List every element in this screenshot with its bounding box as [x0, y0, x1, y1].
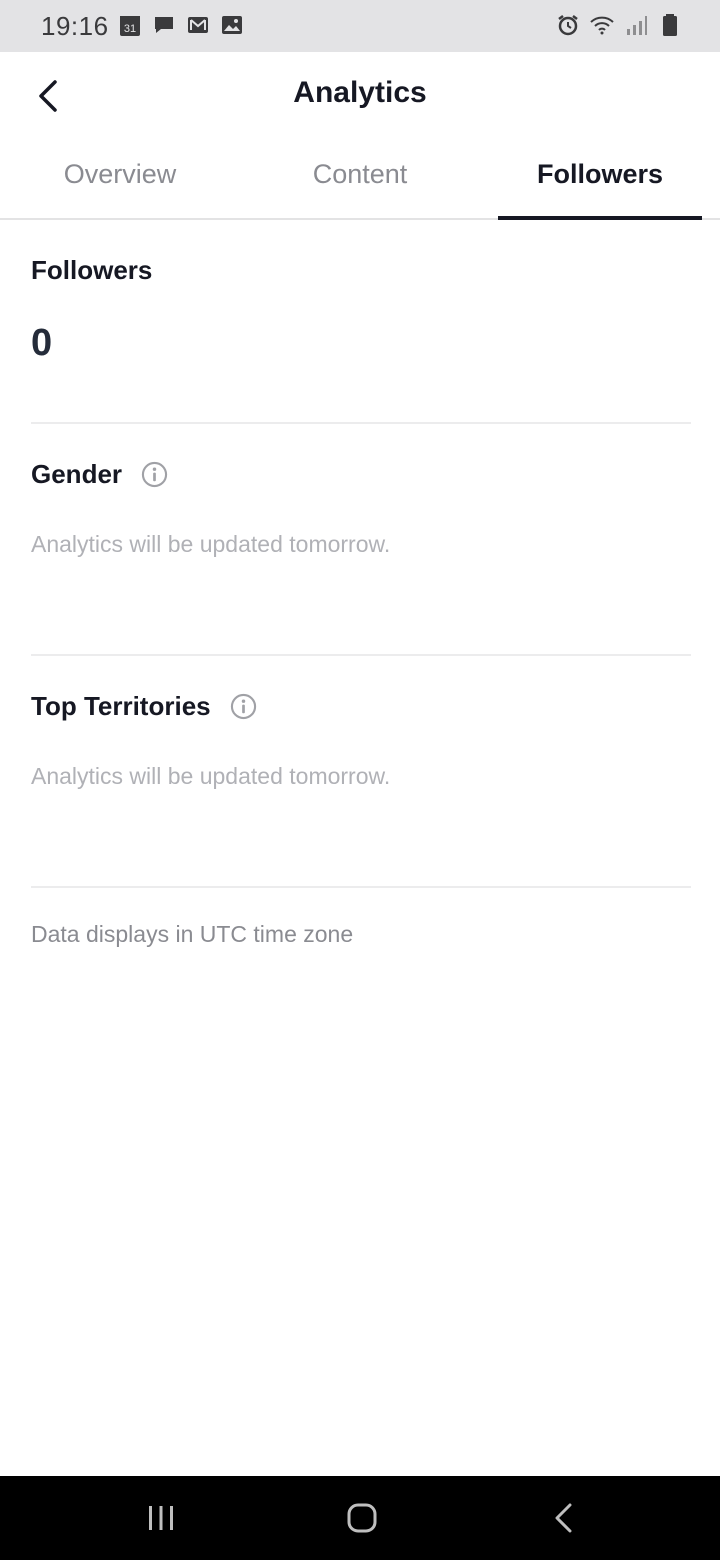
- followers-section-title: Followers: [31, 255, 152, 286]
- status-time: 19:16: [41, 11, 109, 41]
- home-button[interactable]: [340, 1498, 384, 1538]
- back-icon: [555, 1503, 572, 1533]
- gmail-icon: [188, 17, 208, 33]
- gender-section-title: Gender: [31, 459, 168, 490]
- system-icons: [556, 13, 682, 37]
- territories-section-title: Top Territories: [31, 691, 257, 722]
- status-bar: 19:16 31: [0, 0, 720, 52]
- recent-apps-icon: [149, 1506, 173, 1530]
- tab-content[interactable]: Content: [240, 142, 480, 218]
- divider: [31, 886, 691, 888]
- info-icon[interactable]: [141, 461, 168, 488]
- followers-count: 0: [31, 322, 53, 364]
- recent-apps-button[interactable]: [139, 1498, 183, 1538]
- home-icon: [347, 1503, 377, 1533]
- battery-icon: [663, 14, 677, 36]
- territories-message: Analytics will be updated tomorrow.: [31, 763, 391, 789]
- tab-bar: Overview Content Followers: [0, 142, 720, 220]
- followers-title: Followers: [31, 255, 153, 285]
- calendar-icon: 31: [120, 16, 140, 36]
- navigation-bar: [0, 1476, 720, 1560]
- header: Analytics: [0, 52, 720, 142]
- territories-title: Top Territories: [31, 691, 211, 721]
- gender-title: Gender: [31, 459, 123, 489]
- divider: [31, 422, 691, 424]
- notification-icons: 31: [118, 13, 244, 37]
- system-back-button[interactable]: [542, 1498, 586, 1538]
- tab-overview[interactable]: Overview: [0, 142, 240, 218]
- divider: [31, 654, 691, 656]
- image-icon: [222, 16, 242, 34]
- tab-followers[interactable]: Followers: [480, 142, 720, 220]
- calendar-day: 31: [124, 23, 136, 35]
- gender-message: Analytics will be updated tomorrow.: [31, 531, 391, 557]
- alarm-icon: [558, 15, 578, 36]
- signal-icon: [627, 16, 647, 35]
- message-icon: [155, 17, 173, 33]
- page-title: Analytics: [293, 76, 427, 109]
- wifi-icon: [590, 16, 614, 35]
- info-icon[interactable]: [230, 693, 257, 720]
- timezone-note: Data displays in UTC time zone: [31, 921, 354, 947]
